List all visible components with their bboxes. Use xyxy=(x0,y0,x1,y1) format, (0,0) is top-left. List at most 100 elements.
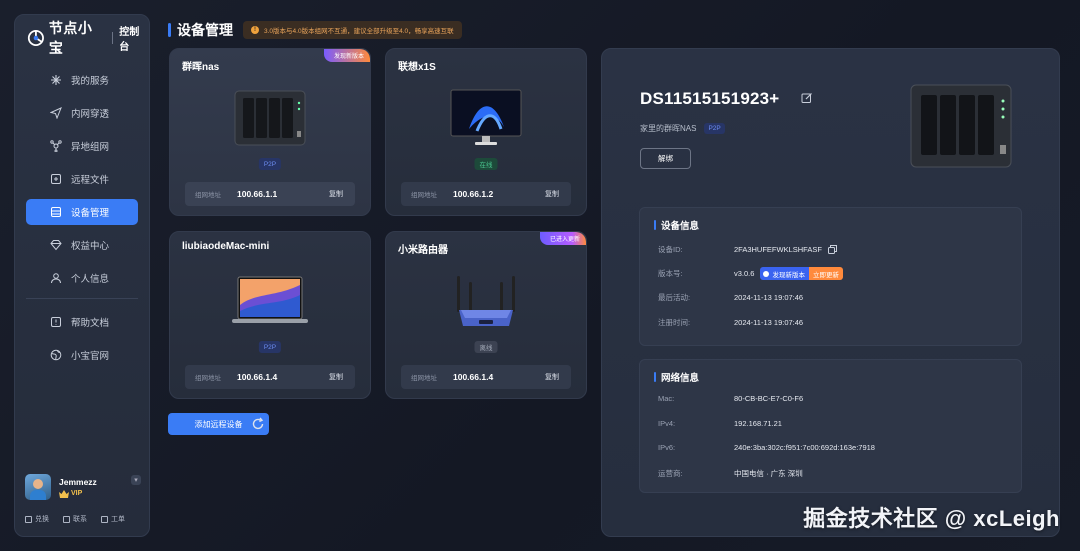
address-label: 组网地址 xyxy=(411,375,437,382)
sidebar-item-services[interactable]: 我的服务 xyxy=(26,67,138,93)
sidebar-item-tunnel[interactable]: 内网穿透 xyxy=(26,100,138,126)
sidebar-item-benefits[interactable]: 权益中心 xyxy=(26,232,138,258)
sidebar-item-website[interactable]: 小宝官网 xyxy=(26,342,138,368)
redeem-label: 兑换 xyxy=(35,516,49,523)
status-badge: 在线 xyxy=(474,158,498,170)
device-description: 家里的群晖NAS P2P xyxy=(640,123,725,134)
sidebar-item-label: 我的服务 xyxy=(71,76,110,87)
device-detail-panel: DS11515151923+ 家里的群晖NAS P2P 解绑 设备信息 设备ID… xyxy=(601,48,1060,537)
sidebar-item-help[interactable]: 帮助文档 xyxy=(26,309,138,335)
device-name: liubiaodeMac-mini xyxy=(182,241,270,252)
crown-icon xyxy=(59,489,69,498)
address-row: 组网地址 100.66.1.4 复制 xyxy=(401,365,571,389)
user-actions: 兑换 联系 工单 xyxy=(25,514,125,524)
address-value: 100.66.1.1 xyxy=(237,189,278,199)
ticket-label: 工单 xyxy=(111,516,125,523)
page-title: 设备管理 xyxy=(177,22,233,38)
unbind-button[interactable]: 解绑 xyxy=(640,148,691,169)
user-panel[interactable]: Jemmezz VIP ▾ xyxy=(25,474,141,500)
last-active-row: 最后活动: 2024-11-13 19:07:46 xyxy=(658,292,803,303)
status-badge: 离线 xyxy=(474,341,498,353)
update-badge[interactable]: 发现新版本 立即更新 xyxy=(760,267,843,280)
device-name: 群晖nas xyxy=(182,62,220,73)
sidebar-item-label: 异地组网 xyxy=(71,142,110,153)
avatar[interactable] xyxy=(25,474,51,500)
brand-divider xyxy=(112,32,114,44)
notice-text: 3.0版本与4.0版本组网不互通，建议全部升级至4.0，畅享高速互联 xyxy=(264,28,454,35)
new-version-tag: 发现新版本 xyxy=(760,267,809,280)
brand-subtitle: 控制台 xyxy=(119,27,140,53)
last-active-value: 2024-11-13 19:07:46 xyxy=(734,293,804,302)
update-ribbon: 发现新版本 xyxy=(323,49,370,62)
sidebar-item-network[interactable]: 异地组网 xyxy=(26,133,138,159)
services-icon xyxy=(50,74,62,86)
device-card[interactable]: 小米路由器 已进入更新 离线 组网地址 100.66.1.4 复制 xyxy=(385,231,587,399)
nas-icon xyxy=(234,90,306,146)
network-icon xyxy=(50,140,62,152)
sidebar-item-label: 小宝官网 xyxy=(71,351,110,362)
copy-button[interactable]: 复制 xyxy=(329,372,343,382)
upgrade-notice[interactable]: ! 3.0版本与4.0版本组网不互通，建议全部升级至4.0，畅享高速互联 xyxy=(243,21,462,39)
register-time-value: 2024-11-13 19:07:46 xyxy=(734,318,804,327)
brand[interactable]: 节点小宝 控制台 xyxy=(15,19,149,57)
contact-label: 联系 xyxy=(73,516,87,523)
sidebar-item-devices[interactable]: 设备管理 xyxy=(26,199,138,225)
network-info-section: 网络信息 Mac: 80-CB-BC-E7-C0-F6 IPv4: 192.16… xyxy=(639,359,1022,493)
sidebar-item-label: 远程文件 xyxy=(71,175,110,186)
page-header: 设备管理 ! 3.0版本与4.0版本组网不互通，建议全部升级至4.0，畅享高速互… xyxy=(168,20,462,40)
ipv4-label: IPv4: xyxy=(658,419,676,428)
device-card[interactable]: 群晖nas 发现新版本 P2P 组网地址 100.66.1.1 复制 xyxy=(169,48,371,216)
register-time-row: 注册时间: 2024-11-13 19:07:46 xyxy=(658,317,803,328)
version-value: v3.0.6 xyxy=(734,269,755,278)
contact-button[interactable]: 联系 xyxy=(63,514,87,524)
device-id-row: 设备ID: 2FA3HUFEFWKLSHFASF xyxy=(658,244,837,255)
refresh-icon[interactable] xyxy=(251,417,265,431)
sidebar-nav: 我的服务 内网穿透 异地组网 远程文件 设备管理 权益中心 个人信息 帮助文档 … xyxy=(15,67,149,368)
user-icon xyxy=(50,272,62,284)
title-accent xyxy=(168,23,171,37)
edit-icon[interactable] xyxy=(801,92,813,104)
update-now-button[interactable]: 立即更新 xyxy=(808,267,843,280)
brand-name: 节点小宝 xyxy=(48,20,93,56)
register-time-label: 注册时间: xyxy=(658,318,691,327)
device-id-value: 2FA3HUFEFWKLSHFASF xyxy=(734,245,822,254)
dot-icon xyxy=(763,270,770,277)
copy-button[interactable]: 复制 xyxy=(329,189,343,199)
version-row: 版本号: v3.0.6 发现新版本 立即更新 xyxy=(658,267,843,280)
doc-icon xyxy=(50,316,62,328)
isp-label: 运营商: xyxy=(658,469,683,478)
vip-label: VIP xyxy=(71,490,83,497)
copy-button[interactable]: 复制 xyxy=(545,189,559,199)
device-info-section: 设备信息 设备ID: 2FA3HUFEFWKLSHFASF 版本号: v3.0.… xyxy=(639,207,1022,346)
send-icon xyxy=(50,107,62,119)
address-value: 100.66.1.4 xyxy=(453,372,494,382)
device-card[interactable]: liubiaodeMac-mini P2P 组网地址 100.66.1.4 复制 xyxy=(169,231,371,399)
update-ribbon: 已进入更新 xyxy=(539,232,586,245)
ticket-icon xyxy=(101,515,108,523)
new-version-label: 发现新版本 xyxy=(772,271,805,279)
ipv6-value: 240e:3ba:302c:f951:7c00:692d:163e:7918 xyxy=(734,443,875,452)
ipv4-value: 192.168.71.21 xyxy=(734,419,782,428)
ticket-button[interactable]: 工单 xyxy=(101,514,125,524)
chevron-down-icon[interactable]: ▾ xyxy=(131,475,141,485)
nas-icon xyxy=(910,84,1012,168)
copy-button[interactable]: 复制 xyxy=(545,372,559,382)
device-card[interactable]: 联想x1S 在线 组网地址 100.66.1.2 复制 xyxy=(385,48,587,216)
user-name: Jemmezz xyxy=(59,476,97,487)
copy-icon[interactable] xyxy=(827,245,837,254)
redeem-button[interactable]: 兑换 xyxy=(25,514,49,524)
address-row: 组网地址 100.66.1.2 复制 xyxy=(401,182,571,206)
device-id-label: 设备ID: xyxy=(658,245,683,254)
sidebar-item-profile[interactable]: 个人信息 xyxy=(26,265,138,291)
status-badge: P2P xyxy=(258,158,282,170)
section-title: 网络信息 xyxy=(654,370,699,384)
folder-icon xyxy=(50,173,62,185)
address-row: 组网地址 100.66.1.4 复制 xyxy=(185,365,355,389)
sidebar-item-files[interactable]: 远程文件 xyxy=(26,166,138,192)
device-name: 联想x1S xyxy=(398,62,436,73)
device-title: DS11515151923+ xyxy=(640,89,780,108)
contact-icon xyxy=(63,515,70,523)
sidebar-item-label: 设备管理 xyxy=(71,208,110,219)
mac-row: Mac: 80-CB-BC-E7-C0-F6 xyxy=(658,394,803,403)
address-row: 组网地址 100.66.1.1 复制 xyxy=(185,182,355,206)
